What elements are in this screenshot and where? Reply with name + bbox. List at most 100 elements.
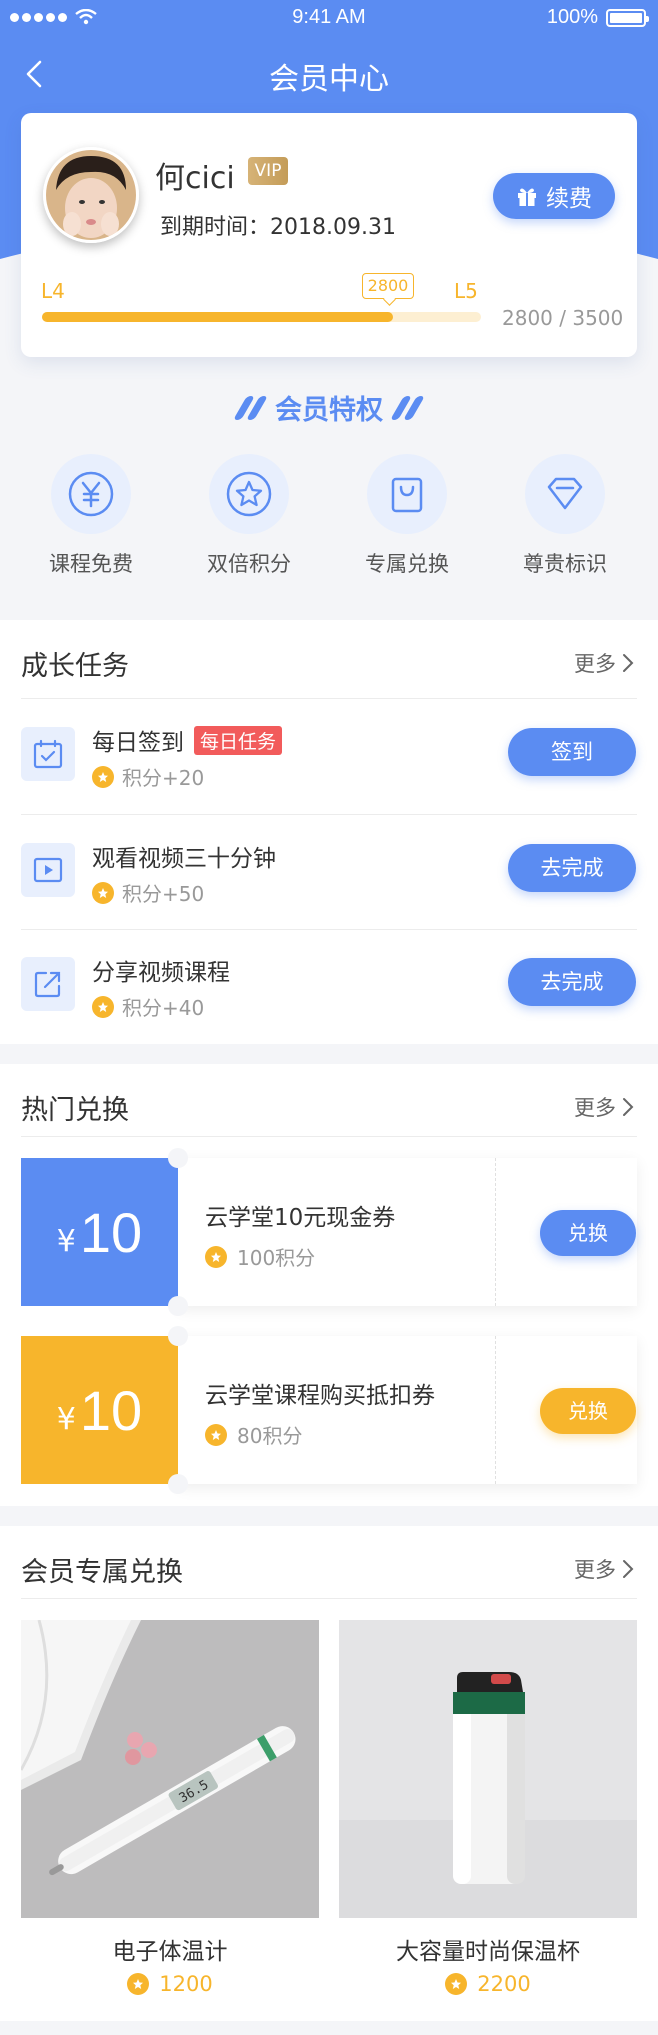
status-bar: 9:41 AM 100% <box>0 0 658 38</box>
points-coin-icon <box>92 995 114 1018</box>
section-title: 会员专属兑换 <box>21 1557 183 1588</box>
gift-icon <box>518 188 536 206</box>
section-title: 成长任务 <box>21 651 129 682</box>
thermometer-image: 36.5 <box>21 1620 319 1918</box>
privilege-item-double-points[interactable]: 双倍积分 <box>189 454 309 578</box>
more-link[interactable]: 更多 <box>574 648 636 678</box>
privileges-title-text: 会员特权 <box>275 395 383 426</box>
battery-icon <box>606 8 649 27</box>
coupon-body: 云学堂10元现金券 100积分 兑换 <box>178 1158 637 1306</box>
privilege-item-course-free[interactable]: 课程免费 <box>31 454 151 578</box>
points-value: 2200 <box>477 1972 531 1996</box>
currency-symbol: ¥ <box>56 1223 76 1259</box>
star-icon <box>226 471 272 517</box>
product-card[interactable]: 大容量时尚保温杯 2200 <box>339 1620 637 1996</box>
task-icon-bg <box>21 727 75 781</box>
avatar[interactable] <box>43 147 139 243</box>
privilege-icon-bg <box>51 454 131 534</box>
share-icon <box>34 971 61 998</box>
task-row: 分享视频课程 积分+40 去完成 <box>0 929 658 1044</box>
task-row: 每日签到 每日任务 积分+20 签到 <box>0 699 658 814</box>
coupon-card: 云学堂10元现金券 100积分 兑换 ¥ 10 <box>21 1148 637 1316</box>
go-complete-button[interactable]: 去完成 <box>508 844 636 892</box>
privilege-label: 双倍积分 <box>207 552 291 576</box>
more-link[interactable]: 更多 <box>574 1554 636 1584</box>
product-image-bottle <box>339 1620 637 1918</box>
level-progress-fill <box>42 312 394 322</box>
task-title: 分享视频课程 <box>92 960 230 986</box>
go-complete-button[interactable]: 去完成 <box>508 958 636 1006</box>
divider <box>21 1136 637 1137</box>
coupon-name: 云学堂10元现金券 <box>205 1205 396 1231</box>
points-coin-icon <box>205 1423 227 1446</box>
level-progress-bar <box>42 312 481 322</box>
points-value: 积分+50 <box>122 882 205 906</box>
exchange-button[interactable]: 兑换 <box>540 1210 636 1256</box>
diamond-icon <box>547 477 583 510</box>
privilege-icon-bg <box>525 454 605 534</box>
page-title: 会员中心 <box>269 62 389 97</box>
nav-bar: 会员中心 <box>0 40 658 108</box>
coupon-notch <box>168 1474 188 1494</box>
coupon-points: 100积分 <box>205 1242 315 1271</box>
member-card: 何cici VIP 到期时间：2018.09.31 续费 L4 2800 L5 … <box>21 113 637 357</box>
video-play-icon <box>33 857 63 883</box>
privilege-label: 课程免费 <box>49 552 133 576</box>
product-name: 电子体温计 <box>112 1939 228 1965</box>
privilege-item-exclusive-exchange[interactable]: 专属兑换 <box>347 454 467 578</box>
more-link[interactable]: 更多 <box>574 1092 636 1122</box>
task-icon-bg <box>21 843 75 897</box>
coupon-amount-block: ¥ 10 <box>21 1336 178 1484</box>
task-title: 每日签到 <box>92 730 184 756</box>
points-value: 100积分 <box>237 1246 316 1270</box>
more-label: 更多 <box>574 652 616 676</box>
task-name: 观看视频三十分钟 <box>92 839 276 873</box>
exchange-button[interactable]: 兑换 <box>540 1388 636 1434</box>
task-name: 每日签到 每日任务 <box>92 723 283 757</box>
task-points: 积分+40 <box>92 992 204 1021</box>
privilege-item-honor-badge[interactable]: 尊贵标识 <box>505 454 625 578</box>
coupon-amount: 10 <box>79 1200 143 1264</box>
avatar-image <box>46 150 136 240</box>
divider <box>21 1598 637 1599</box>
coupon-amount: 10 <box>79 1378 143 1442</box>
check-in-button[interactable]: 签到 <box>508 728 636 776</box>
currency-symbol: ¥ <box>56 1401 76 1437</box>
product-image-thermometer: 36.5 <box>21 1620 319 1918</box>
next-level: L5 <box>454 279 478 303</box>
expire-info: 到期时间：2018.09.31 <box>160 209 396 241</box>
product-card[interactable]: 36.5 电子体温计 1200 <box>21 1620 319 1996</box>
renew-label: 续费 <box>546 186 592 212</box>
more-label: 更多 <box>574 1096 616 1120</box>
points-tooltip: 2800 <box>362 273 414 299</box>
points-value: 1200 <box>159 1972 213 1996</box>
task-row: 观看视频三十分钟 积分+50 去完成 <box>0 815 658 930</box>
growth-tasks-section: 成长任务 更多 每日签到 每日任务 积分+20 签到 观看视频三十分钟 积分+5… <box>0 620 658 1044</box>
coupon-name: 云学堂课程购买抵扣券 <box>205 1383 435 1409</box>
privilege-icon-bg <box>209 454 289 534</box>
section-title: 热门兑换 <box>21 1095 129 1126</box>
privilege-label: 尊贵标识 <box>523 552 607 576</box>
coupon-notch <box>168 1296 188 1316</box>
more-label: 更多 <box>574 1558 616 1582</box>
chevron-right-icon <box>623 654 634 672</box>
chevron-right-icon <box>623 1560 634 1578</box>
privileges-title: 会员特权 <box>0 388 658 427</box>
points-coin-icon <box>205 1245 227 1268</box>
product-points: 1200 <box>21 1972 319 1996</box>
coupon-divider <box>495 1336 496 1484</box>
calendar-icon <box>33 739 63 769</box>
task-title: 观看视频三十分钟 <box>92 846 276 872</box>
bottle-image <box>339 1620 637 1918</box>
renew-button[interactable]: 续费 <box>493 173 615 219</box>
slash-decoration-right <box>390 395 425 420</box>
task-icon-bg <box>21 957 75 1011</box>
daily-task-tag: 每日任务 <box>194 725 283 755</box>
bag-icon <box>391 477 423 513</box>
task-points: 积分+50 <box>92 878 204 907</box>
product-name: 大容量时尚保温杯 <box>396 1939 580 1965</box>
expire-label: 到期时间： <box>160 215 271 240</box>
slash-decoration-left <box>233 395 268 420</box>
current-level: L4 <box>41 279 65 303</box>
battery-status: 100% <box>547 6 649 29</box>
